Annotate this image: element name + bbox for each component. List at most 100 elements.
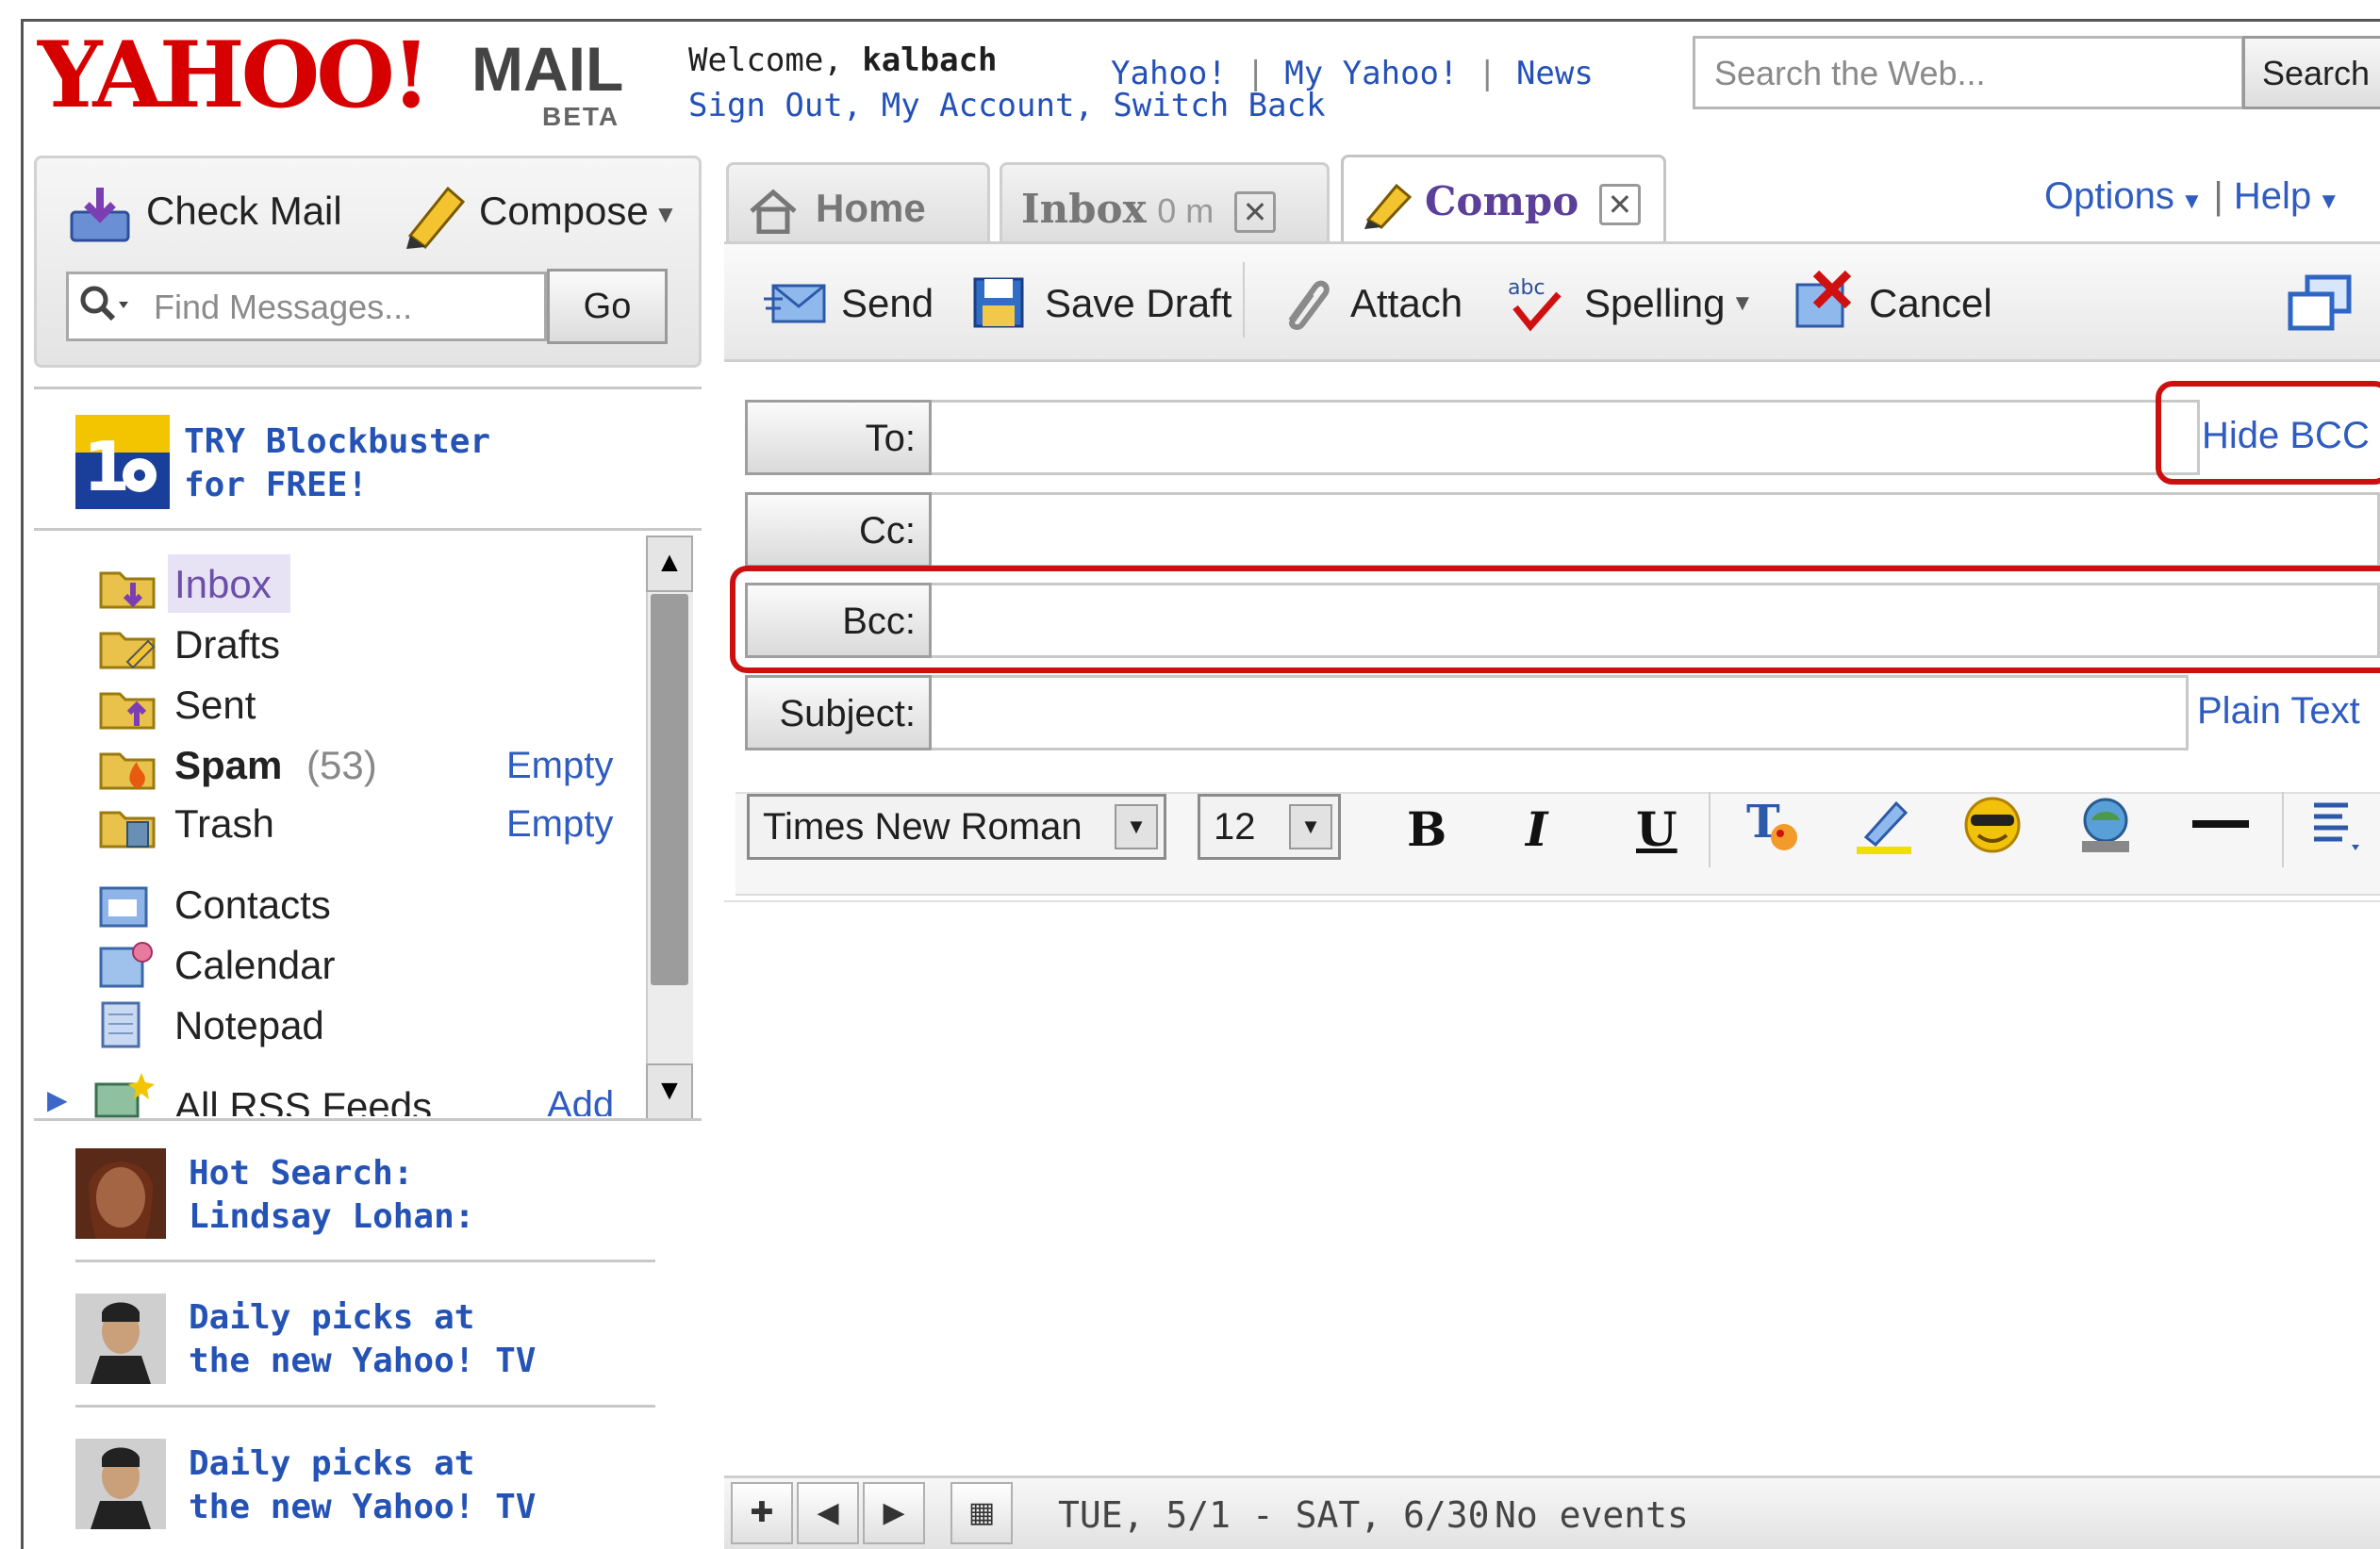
notepad-icon bbox=[99, 1001, 146, 1048]
options-menu[interactable]: Options ▼ | Help ▼ bbox=[2044, 175, 2340, 218]
font-family-select[interactable]: Times New Roman ▼ bbox=[747, 794, 1166, 860]
go-button[interactable]: Go bbox=[547, 269, 668, 344]
scroll-up-icon[interactable]: ▲ bbox=[646, 536, 693, 592]
welcome-text: Welcome, kalbach bbox=[688, 41, 998, 79]
add-event-icon[interactable]: ✚ bbox=[731, 1482, 793, 1544]
cancel-icon bbox=[1792, 270, 1854, 332]
add-rss-link[interactable]: Add bbox=[547, 1084, 614, 1116]
folder-scroll-thumb[interactable] bbox=[651, 594, 688, 985]
my-account-link[interactable]: My Account bbox=[882, 87, 1075, 124]
help-label[interactable]: Help bbox=[2234, 175, 2311, 217]
spelling-icon: abc bbox=[1504, 273, 1566, 334]
emoticon-icon[interactable] bbox=[1961, 796, 2024, 854]
expand-rss-icon[interactable]: ▶ bbox=[47, 1084, 68, 1115]
check-mail-button[interactable]: Check Mail bbox=[146, 189, 342, 234]
folder-sent[interactable]: Sent bbox=[174, 683, 256, 728]
divider bbox=[75, 1260, 655, 1262]
save-draft-button[interactable]: Save Draft bbox=[1045, 281, 1231, 326]
message-body-editor[interactable] bbox=[724, 900, 2380, 1464]
folder-spam-label: Spam bbox=[174, 743, 283, 787]
paperclip-icon bbox=[1278, 275, 1330, 332]
next-icon[interactable]: ▶ bbox=[863, 1482, 925, 1544]
promo-line: TRY Blockbuster bbox=[184, 422, 491, 461]
bcc-highlight bbox=[730, 566, 2380, 673]
web-search-button[interactable]: Search bbox=[2242, 36, 2380, 109]
subject-field[interactable] bbox=[932, 675, 2189, 750]
calendar-icon bbox=[99, 939, 156, 990]
divider bbox=[34, 387, 702, 389]
to-button[interactable]: To: bbox=[745, 400, 932, 475]
tab-inbox[interactable]: Inbox 0 m ✕ bbox=[1000, 162, 1330, 245]
promo-hot-search[interactable]: Hot Search: Lindsay Lohan: bbox=[189, 1152, 474, 1239]
empty-spam-link[interactable]: Empty bbox=[506, 745, 613, 787]
spelling-dropdown-icon[interactable]: ▼ bbox=[1731, 290, 1754, 317]
find-messages-input[interactable]: Find Messages... bbox=[66, 272, 547, 341]
yahoo-tv-photo[interactable] bbox=[75, 1439, 166, 1529]
folder-trash[interactable]: Trash bbox=[174, 801, 274, 847]
folder-spam[interactable]: Spam (53) bbox=[174, 743, 377, 788]
underline-button[interactable]: U bbox=[1636, 801, 1678, 857]
spam-count: (53) bbox=[306, 743, 377, 787]
previous-icon[interactable]: ◀ bbox=[797, 1482, 859, 1544]
svg-text:1: 1 bbox=[83, 427, 130, 506]
sign-out-link[interactable]: Sign Out bbox=[688, 87, 843, 124]
bold-button[interactable]: B bbox=[1407, 801, 1446, 857]
switch-back-link[interactable]: Switch Back bbox=[1113, 87, 1325, 124]
spelling-button[interactable]: Spelling bbox=[1584, 281, 1725, 326]
font-size-select[interactable]: 12 ▼ bbox=[1198, 794, 1341, 860]
text-color-icon[interactable]: T bbox=[1743, 794, 1805, 856]
yahoo-tv-photo[interactable] bbox=[75, 1294, 166, 1384]
chevron-down-icon[interactable]: ▼ bbox=[1115, 804, 1158, 849]
chevron-down-icon[interactable]: ▼ bbox=[1289, 804, 1332, 849]
cancel-button[interactable]: Cancel bbox=[1869, 281, 1992, 326]
empty-trash-link[interactable]: Empty bbox=[506, 803, 613, 846]
calendar-view-icon[interactable]: ▦ bbox=[950, 1482, 1013, 1544]
close-inbox-tab-icon[interactable]: ✕ bbox=[1233, 190, 1276, 233]
insert-image-icon[interactable] bbox=[2074, 794, 2137, 856]
compose-button[interactable]: Compose bbox=[479, 189, 649, 234]
folder-inbox[interactable]: Inbox bbox=[174, 562, 272, 607]
send-button[interactable]: Send bbox=[841, 281, 934, 326]
save-draft-icon bbox=[971, 275, 1026, 330]
promo-yahoo-tv[interactable]: Daily picks at the new Yahoo! TV bbox=[189, 1296, 536, 1383]
popout-window-icon[interactable] bbox=[2287, 273, 2353, 332]
contacts-link[interactable]: Contacts bbox=[174, 882, 331, 928]
cc-button[interactable]: Cc: bbox=[745, 492, 932, 568]
svg-text:abc: abc bbox=[1508, 276, 1545, 300]
align-icon[interactable] bbox=[2310, 798, 2367, 854]
rss-feeds-icon bbox=[94, 1071, 155, 1118]
lindsay-lohan-photo[interactable] bbox=[75, 1148, 166, 1239]
rss-feeds-link[interactable]: All RSS Feeds bbox=[174, 1084, 432, 1116]
horizontal-rule-icon[interactable] bbox=[2192, 820, 2249, 828]
highlight-icon[interactable] bbox=[1853, 794, 1915, 856]
home-icon bbox=[748, 189, 799, 234]
calendar-link[interactable]: Calendar bbox=[174, 943, 335, 988]
tab-home-label: Home bbox=[816, 186, 926, 230]
web-search-input[interactable]: Search the Web... bbox=[1693, 36, 2244, 109]
spam-folder-icon bbox=[99, 745, 156, 790]
blockbuster-logo[interactable]: 1 bbox=[75, 415, 170, 509]
toolbar-divider bbox=[1243, 262, 1245, 338]
italic-button[interactable]: I bbox=[1526, 801, 1547, 857]
folder-drafts[interactable]: Drafts bbox=[174, 622, 280, 667]
scroll-down-icon[interactable]: ▼ bbox=[646, 1063, 693, 1120]
notepad-link[interactable]: Notepad bbox=[174, 1003, 324, 1048]
mail-logo: MAIL bbox=[471, 34, 624, 104]
subject-button[interactable]: Subject: bbox=[745, 675, 932, 750]
cc-field[interactable] bbox=[932, 492, 2380, 568]
tab-home[interactable]: Home bbox=[726, 162, 990, 245]
beta-label: BETA bbox=[542, 102, 620, 131]
compose-dropdown-icon[interactable]: ▼ bbox=[653, 200, 678, 229]
font-size-value: 12 bbox=[1214, 806, 1256, 848]
promo-yahoo-tv[interactable]: Daily picks at the new Yahoo! TV bbox=[189, 1442, 536, 1529]
promo-line: the new Yahoo! TV bbox=[189, 1342, 537, 1380]
plain-text-link[interactable]: Plain Text bbox=[2197, 690, 2360, 733]
news-link[interactable]: News bbox=[1516, 55, 1594, 92]
to-field[interactable] bbox=[932, 400, 2200, 475]
yahoo-logo[interactable]: YAHOO! bbox=[38, 28, 431, 123]
tab-compose[interactable]: Compo ✕ bbox=[1341, 155, 1666, 245]
promo-blockbuster[interactable]: TRY Blockbuster for FREE! bbox=[184, 420, 490, 507]
attach-button[interactable]: Attach bbox=[1350, 281, 1463, 326]
close-compose-tab-icon[interactable]: ✕ bbox=[1598, 183, 1641, 225]
search-icon[interactable] bbox=[77, 283, 134, 330]
